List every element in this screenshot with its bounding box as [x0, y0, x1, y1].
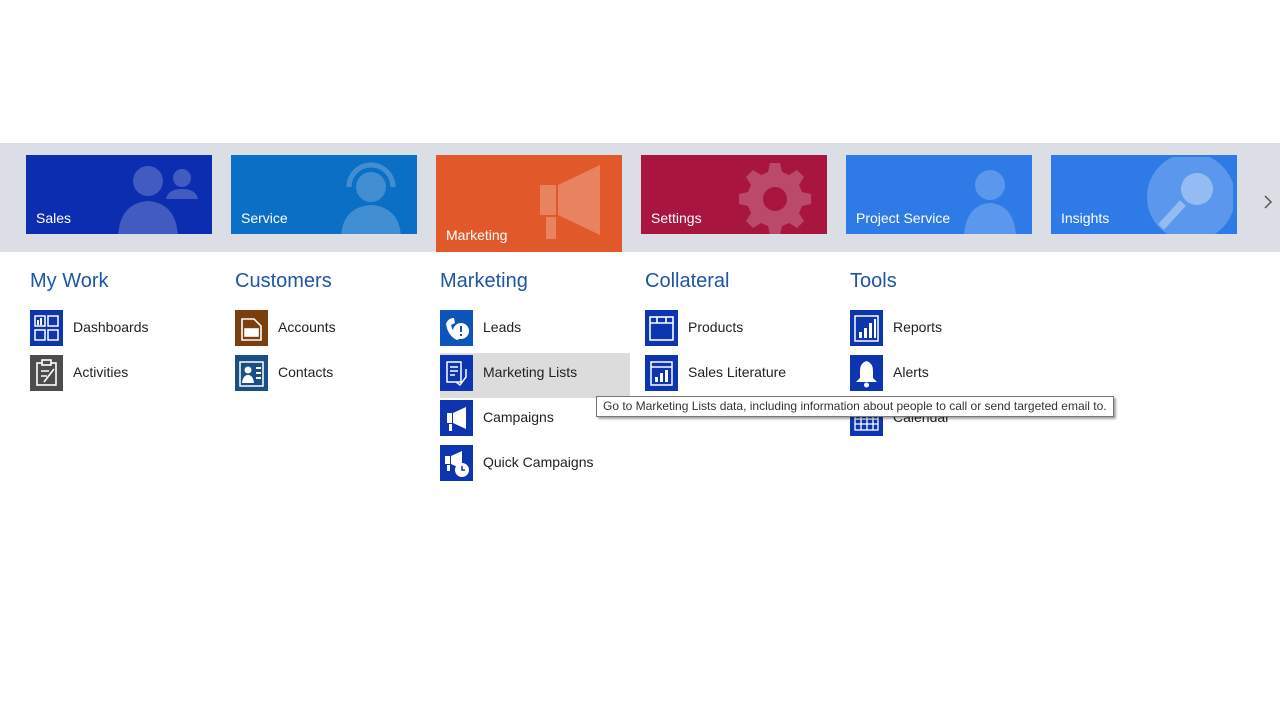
tile-label: Insights — [1061, 210, 1110, 226]
column-customers: Customers Accounts Contacts — [235, 266, 435, 398]
menu-item-label: Accounts — [278, 319, 336, 335]
menu-item-label: Quick Campaigns — [483, 454, 594, 470]
box-icon — [645, 310, 678, 346]
gear-icon — [717, 155, 827, 234]
menu-item-marketing-lists[interactable]: Marketing Lists — [440, 353, 630, 398]
column-title: Collateral — [645, 270, 730, 292]
megaphone-icon — [440, 400, 473, 436]
tile-label: Project Service — [856, 210, 951, 226]
column-title: My Work — [30, 270, 109, 292]
column-title: Marketing — [440, 270, 528, 292]
area-tile-strip: Sales Service Marketing Settings Project… — [0, 143, 1280, 252]
menu-item-quick-campaigns[interactable]: Quick Campaigns — [440, 443, 630, 488]
menu-item-activities[interactable]: Activities — [30, 353, 220, 398]
column-collateral: Collateral Products Sales Literature — [645, 266, 845, 398]
menu-item-label: Leads — [483, 319, 522, 335]
report-icon — [850, 310, 883, 346]
menu-item-sales-literature[interactable]: Sales Literature — [645, 353, 835, 398]
menu-item-label: Sales Literature — [688, 364, 787, 380]
menu-item-reports[interactable]: Reports — [850, 308, 1040, 353]
tile-service[interactable]: Service — [231, 155, 417, 234]
menu-item-products[interactable]: Products — [645, 308, 835, 353]
tile-settings[interactable]: Settings — [641, 155, 827, 234]
tile-insights[interactable]: Insights — [1051, 155, 1237, 234]
menu-item-leads[interactable]: Leads — [440, 308, 630, 353]
tile-project-service[interactable]: Project Service — [846, 155, 1032, 234]
menu-item-label: Dashboards — [73, 319, 149, 335]
menu-item-label: Campaigns — [483, 409, 554, 425]
menu-item-contacts[interactable]: Contacts — [235, 353, 425, 398]
people-icon — [102, 155, 212, 234]
contact-card-icon — [235, 355, 268, 391]
tile-sales[interactable]: Sales — [26, 155, 212, 234]
column-title: Tools — [850, 270, 897, 292]
magnifier-icon — [1127, 155, 1237, 234]
account-icon — [235, 310, 268, 346]
menu-item-alerts[interactable]: Alerts — [850, 353, 1040, 398]
tile-label: Sales — [36, 210, 72, 226]
column-marketing: Marketing Leads Marketing Lists Campaign… — [440, 266, 640, 488]
bell-icon — [850, 355, 883, 391]
dashboard-icon — [30, 310, 63, 346]
column-title: Customers — [235, 270, 332, 292]
menu-item-label: Reports — [893, 319, 943, 335]
column-my-work: My Work Dashboards Activities — [30, 266, 230, 398]
menu-item-accounts[interactable]: Accounts — [235, 308, 425, 353]
clipboard-icon — [30, 355, 63, 391]
tile-label: Service — [241, 210, 288, 226]
menu-item-dashboards[interactable]: Dashboards — [30, 308, 220, 353]
tile-label: Settings — [651, 210, 702, 226]
headset-person-icon — [307, 155, 417, 234]
document-chart-icon — [645, 355, 678, 391]
tile-label: Marketing — [446, 227, 508, 243]
chevron-right-icon[interactable] — [1259, 189, 1277, 215]
list-icon — [440, 355, 473, 391]
tile-marketing[interactable]: Marketing — [436, 155, 622, 252]
phone-alert-icon — [440, 310, 473, 346]
quick-campaign-icon — [440, 445, 473, 481]
tooltip: Go to Marketing Lists data, including in… — [596, 396, 1114, 417]
menu-item-label: Marketing Lists — [483, 364, 578, 380]
menu-item-label: Contacts — [278, 364, 334, 380]
megaphone-icon — [512, 155, 622, 252]
menu-item-label: Activities — [73, 364, 129, 380]
menu-item-label: Alerts — [893, 364, 929, 380]
menu-item-label: Products — [688, 319, 744, 335]
